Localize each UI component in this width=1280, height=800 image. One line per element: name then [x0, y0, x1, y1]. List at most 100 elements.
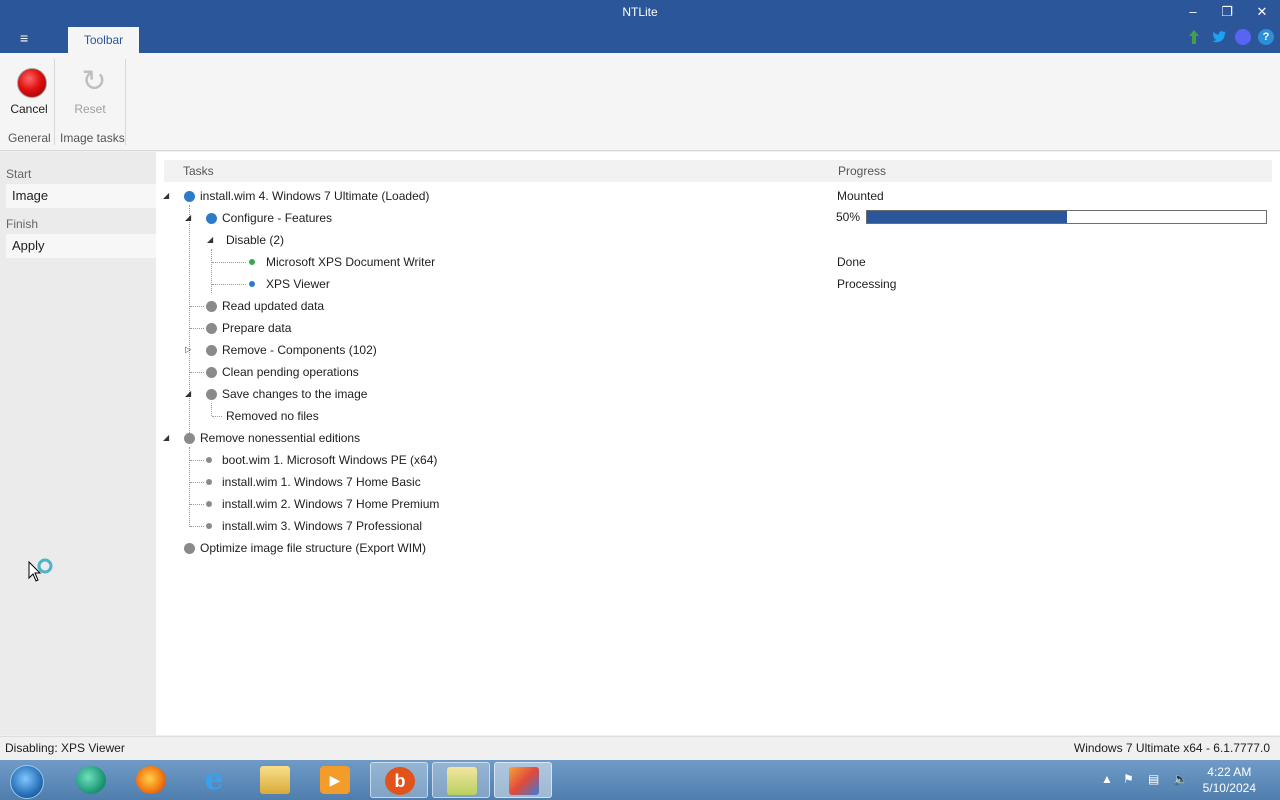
- taskbar-app[interactable]: [62, 762, 120, 798]
- status-dot-icon: [206, 345, 217, 356]
- cancel-button[interactable]: Cancel: [5, 59, 53, 119]
- progress-bar: [866, 210, 1267, 224]
- tree-line: [190, 328, 204, 329]
- task-status: Mounted: [837, 189, 884, 203]
- clock-time: 4:22 AM: [1207, 765, 1252, 779]
- taskbar-media[interactable]: ▶: [306, 762, 364, 798]
- start-button[interactable]: [0, 762, 58, 799]
- nav-heading-start: Start: [6, 167, 32, 181]
- nav-item-apply[interactable]: Apply: [6, 234, 156, 258]
- tree-line: [190, 460, 204, 461]
- flag-icon[interactable]: ⚑: [1123, 772, 1134, 786]
- tree-line: [190, 372, 204, 373]
- status-text: Disabling: XPS Viewer: [5, 741, 125, 755]
- tree-item[interactable]: Clean pending operations: [222, 361, 359, 383]
- app-icon: [76, 766, 106, 794]
- update-arrow-icon[interactable]: [1186, 29, 1202, 45]
- status-dot-icon: [206, 457, 212, 463]
- image-info: Windows 7 Ultimate x64 - 6.1.7777.0: [1073, 741, 1270, 755]
- close-button[interactable]: ✕: [1247, 2, 1277, 22]
- status-dot-icon: [249, 259, 255, 265]
- taskbar-folder-active[interactable]: [432, 762, 490, 798]
- collapse-icon[interactable]: ◢: [163, 433, 169, 443]
- tree-item[interactable]: Microsoft XPS Document Writer: [266, 251, 435, 273]
- progress-fill: [867, 211, 1067, 223]
- status-dot-icon: [184, 433, 195, 444]
- tree-item[interactable]: Configure - Features: [222, 207, 332, 229]
- tree-item[interactable]: Save changes to the image: [222, 383, 367, 405]
- tree-line: [189, 447, 190, 527]
- reset-button[interactable]: ↻ Reset: [66, 59, 114, 119]
- tree-item[interactable]: Remove nonessential editions: [200, 427, 360, 449]
- restore-button[interactable]: ❐: [1212, 2, 1242, 22]
- column-header-tasks[interactable]: Tasks: [164, 160, 832, 182]
- status-dot-icon: [206, 389, 217, 400]
- discord-icon[interactable]: [1235, 29, 1251, 45]
- status-dot-icon: [206, 301, 217, 312]
- menu-icon[interactable]: ≡: [20, 30, 28, 46]
- twitter-icon[interactable]: [1211, 29, 1227, 45]
- title-bar: NTLite – ❐ ✕ ≡ Toolbar ?: [0, 0, 1280, 53]
- collapse-icon[interactable]: ◢: [207, 235, 213, 245]
- status-dot-icon: [206, 323, 217, 334]
- tree-item[interactable]: XPS Viewer: [266, 273, 330, 295]
- media-player-icon: ▶: [320, 766, 350, 794]
- collapse-icon[interactable]: ◢: [185, 389, 191, 399]
- status-dot-icon: [206, 501, 212, 507]
- taskbar-ntlite[interactable]: [494, 762, 552, 798]
- minimize-button[interactable]: –: [1178, 2, 1208, 22]
- clock[interactable]: 4:22 AM 5/10/2024: [1203, 764, 1256, 796]
- busy-cursor-icon: [28, 558, 56, 586]
- folder-icon: [260, 766, 290, 794]
- ribbon-divider: [54, 59, 55, 145]
- collapse-icon[interactable]: ◢: [163, 191, 169, 201]
- taskbar-explorer[interactable]: [246, 762, 304, 798]
- tree-item[interactable]: install.wim 3. Windows 7 Professional: [222, 515, 422, 537]
- help-icon[interactable]: ?: [1258, 29, 1274, 45]
- tree-item[interactable]: Prepare data: [222, 317, 291, 339]
- group-label-image-tasks: Image tasks: [60, 131, 125, 145]
- firefox-icon: [136, 766, 166, 794]
- status-dot-icon: [249, 281, 255, 287]
- folder-icon: [447, 767, 477, 795]
- windows-logo-icon: [10, 765, 44, 799]
- status-dot-icon: [206, 523, 212, 529]
- nav-item-image[interactable]: Image: [6, 184, 156, 208]
- tree-item[interactable]: Read updated data: [222, 295, 324, 317]
- progress-percent: 50%: [836, 210, 861, 224]
- status-dot-icon: [184, 191, 195, 202]
- expand-icon[interactable]: ▷: [185, 345, 191, 355]
- tree-item[interactable]: Optimize image file structure (Export WI…: [200, 537, 426, 559]
- taskbar-app-active[interactable]: b: [370, 762, 428, 798]
- refresh-icon: ↻: [81, 65, 107, 98]
- column-header-progress[interactable]: Progress: [832, 160, 1272, 182]
- tree-item[interactable]: boot.wim 1. Microsoft Windows PE (x64): [222, 449, 437, 471]
- tree-line: [190, 526, 204, 527]
- tree-item[interactable]: Removed no files: [226, 405, 319, 427]
- tree-item[interactable]: install.wim 4. Windows 7 Ultimate (Loade…: [200, 185, 429, 207]
- show-hidden-icons[interactable]: ▲: [1101, 772, 1113, 786]
- internet-explorer-icon: e: [204, 762, 224, 797]
- tree-line: [190, 504, 204, 505]
- taskbar-firefox[interactable]: [122, 762, 180, 798]
- tab-toolbar[interactable]: Toolbar: [68, 27, 139, 53]
- tree-item[interactable]: install.wim 2. Windows 7 Home Premium: [222, 493, 439, 515]
- tree-line: [212, 284, 246, 285]
- tree-line: [190, 306, 204, 307]
- volume-muted-icon[interactable]: 🔈: [1173, 772, 1188, 786]
- status-dot-icon: [206, 367, 217, 378]
- tree-line: [211, 403, 212, 416]
- task-status: Done: [837, 255, 866, 269]
- app-b-icon: b: [385, 767, 415, 795]
- status-dot-icon: [184, 543, 195, 554]
- clock-date: 5/10/2024: [1202, 781, 1256, 795]
- ribbon-divider: [125, 59, 126, 145]
- left-nav: Start Image Finish Apply: [0, 152, 156, 735]
- tree-item[interactable]: install.wim 1. Windows 7 Home Basic: [222, 471, 421, 493]
- collapse-icon[interactable]: ◢: [185, 213, 191, 223]
- tree-item[interactable]: Disable (2): [226, 229, 284, 251]
- network-icon[interactable]: ▤: [1148, 772, 1159, 786]
- taskbar: e ▶ b ▲ ⚑ ▤ 🔈 4:22 AM 5/10/2024: [0, 760, 1280, 800]
- tree-item[interactable]: Remove - Components (102): [222, 339, 377, 361]
- taskbar-ie[interactable]: e: [185, 762, 243, 798]
